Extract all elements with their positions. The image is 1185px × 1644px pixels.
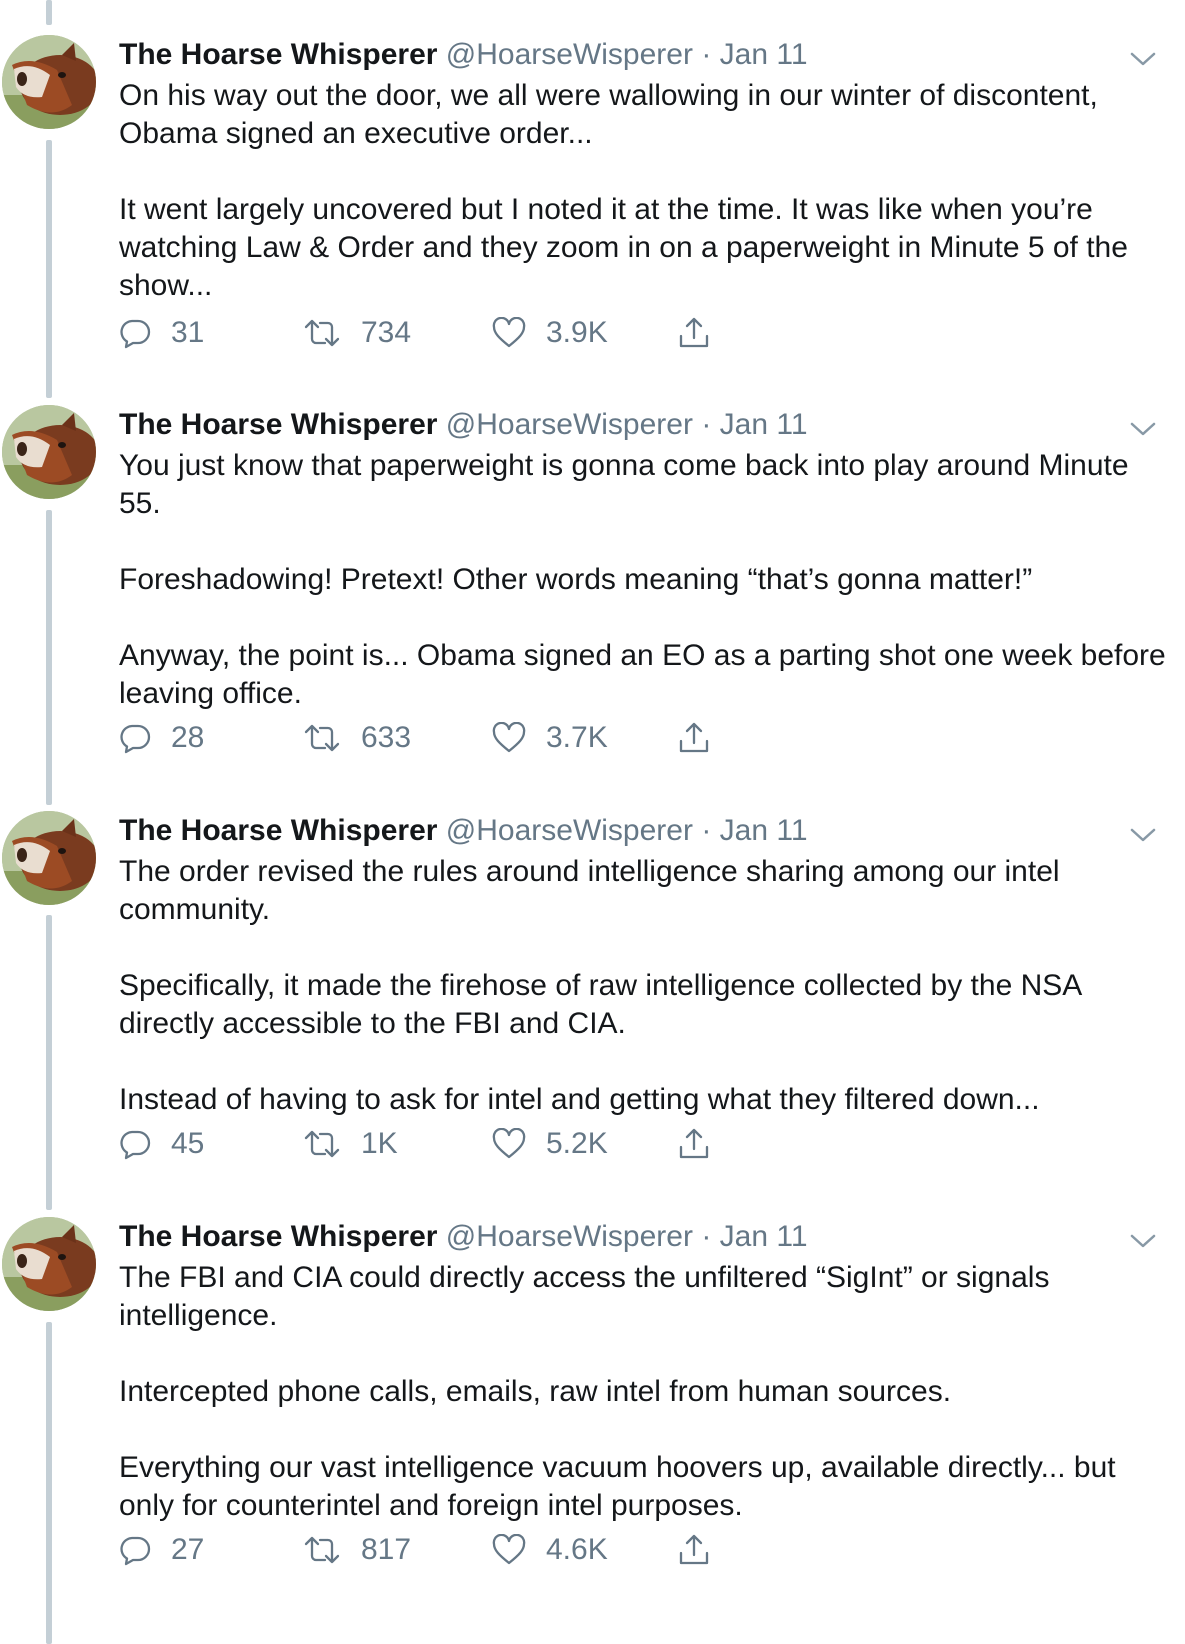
tweet-text: On his way out the door, we all were wal…: [119, 77, 1169, 305]
tweet-paragraph: Anyway, the point is... Obama signed an …: [119, 639, 1166, 710]
tweet-paragraph: Everything our vast intelligence vacuum …: [119, 1451, 1116, 1522]
tweet-header: The Hoarse Whisperer @HoarseWisperer · J…: [119, 407, 808, 443]
share-icon: [677, 721, 711, 755]
share-button[interactable]: [677, 718, 711, 758]
retweet-button[interactable]: 734: [303, 313, 411, 353]
thread-line: [46, 0, 52, 25]
like-button[interactable]: 3.9K: [492, 313, 608, 353]
tweet-paragraph: It went largely uncovered but I noted it…: [119, 193, 1128, 302]
tweet-date[interactable]: Jan 11: [720, 1220, 808, 1253]
tweet-header: The Hoarse Whisperer @HoarseWisperer · J…: [119, 1219, 808, 1255]
author-handle[interactable]: @HoarseWisperer: [446, 814, 693, 847]
tweet-paragraph: You just know that paperweight is gonna …: [119, 449, 1129, 520]
separator-dot: ·: [701, 1220, 712, 1253]
tweet-paragraph: On his way out the door, we all were wal…: [119, 79, 1098, 150]
tweet-paragraph: Intercepted phone calls, emails, raw int…: [119, 1375, 952, 1408]
like-count: 3.7K: [546, 721, 608, 754]
chevron-down-icon[interactable]: [1128, 49, 1158, 69]
tweet-actions: 45 1K 5.2K: [119, 1124, 759, 1164]
author-name[interactable]: The Hoarse Whisperer: [119, 408, 437, 441]
tweet-header: The Hoarse Whisperer @HoarseWisperer · J…: [119, 37, 808, 73]
reply-icon: [119, 722, 151, 754]
like-button[interactable]: 4.6K: [492, 1530, 608, 1570]
separator-dot: ·: [701, 38, 712, 71]
reply-icon: [119, 317, 151, 349]
author-handle[interactable]: @HoarseWisperer: [446, 408, 693, 441]
avatar[interactable]: [2, 811, 96, 905]
retweet-icon: [303, 317, 341, 349]
author-handle[interactable]: @HoarseWisperer: [446, 1220, 693, 1253]
reply-button[interactable]: 31: [119, 313, 204, 353]
reply-button[interactable]: 45: [119, 1124, 204, 1164]
thread-line: [46, 915, 52, 1210]
thread-line: [46, 1322, 52, 1644]
retweet-button[interactable]: 817: [303, 1530, 411, 1570]
share-icon: [677, 1533, 711, 1567]
like-count: 4.6K: [546, 1533, 608, 1566]
avatar[interactable]: [2, 1217, 96, 1311]
tweet-text: The order revised the rules around intel…: [119, 853, 1169, 1119]
tweet-date[interactable]: Jan 11: [720, 814, 808, 847]
separator-dot: ·: [701, 408, 712, 441]
retweet-button[interactable]: 1K: [303, 1124, 398, 1164]
reply-button[interactable]: 28: [119, 718, 204, 758]
tweet-actions: 31 734 3.9K: [119, 313, 759, 353]
avatar[interactable]: [2, 405, 96, 499]
separator-dot: ·: [701, 814, 712, 847]
like-button[interactable]: 5.2K: [492, 1124, 608, 1164]
share-icon: [677, 316, 711, 350]
tweet-paragraph: Foreshadowing! Pretext! Other words mean…: [119, 563, 1033, 596]
tweet-header: The Hoarse Whisperer @HoarseWisperer · J…: [119, 813, 808, 849]
tweet-paragraph: The FBI and CIA could directly access th…: [119, 1261, 1050, 1332]
retweet-count: 1K: [361, 1127, 398, 1160]
heart-icon: [492, 1128, 526, 1160]
author-name[interactable]: The Hoarse Whisperer: [119, 38, 437, 71]
chevron-down-icon[interactable]: [1128, 419, 1158, 439]
retweet-icon: [303, 1534, 341, 1566]
tweet-text: The FBI and CIA could directly access th…: [119, 1259, 1169, 1525]
tweet-actions: 28 633 3.7K: [119, 718, 759, 758]
tweet-date[interactable]: Jan 11: [720, 408, 808, 441]
tweet-date[interactable]: Jan 11: [720, 38, 808, 71]
like-count: 3.9K: [546, 316, 608, 349]
heart-icon: [492, 1534, 526, 1566]
heart-icon: [492, 722, 526, 754]
thread-line: [46, 510, 52, 805]
heart-icon: [492, 317, 526, 349]
retweet-button[interactable]: 633: [303, 718, 411, 758]
retweet-count: 817: [361, 1533, 412, 1566]
reply-icon: [119, 1534, 151, 1566]
reply-icon: [119, 1128, 151, 1160]
chevron-down-icon[interactable]: [1128, 825, 1158, 845]
tweet-paragraph: Instead of having to ask for intel and g…: [119, 1083, 1040, 1116]
reply-count: 27: [171, 1533, 205, 1566]
tweet-actions: 27 817 4.6K: [119, 1530, 759, 1570]
reply-button[interactable]: 27: [119, 1530, 204, 1570]
reply-count: 28: [171, 721, 205, 754]
tweet-paragraph: The order revised the rules around intel…: [119, 855, 1060, 926]
chevron-down-icon[interactable]: [1128, 1231, 1158, 1251]
share-button[interactable]: [677, 313, 711, 353]
retweet-count: 633: [361, 721, 412, 754]
like-count: 5.2K: [546, 1127, 608, 1160]
retweet-count: 734: [361, 316, 412, 349]
avatar[interactable]: [2, 35, 96, 129]
author-name[interactable]: The Hoarse Whisperer: [119, 814, 437, 847]
share-button[interactable]: [677, 1124, 711, 1164]
retweet-icon: [303, 1128, 341, 1160]
share-button[interactable]: [677, 1530, 711, 1570]
tweet-text: You just know that paperweight is gonna …: [119, 447, 1169, 713]
retweet-icon: [303, 722, 341, 754]
reply-count: 45: [171, 1127, 205, 1160]
like-button[interactable]: 3.7K: [492, 718, 608, 758]
author-name[interactable]: The Hoarse Whisperer: [119, 1220, 437, 1253]
share-icon: [677, 1127, 711, 1161]
author-handle[interactable]: @HoarseWisperer: [446, 38, 693, 71]
thread-line: [46, 140, 52, 398]
reply-count: 31: [171, 316, 205, 349]
tweet-paragraph: Specifically, it made the firehose of ra…: [119, 969, 1081, 1040]
